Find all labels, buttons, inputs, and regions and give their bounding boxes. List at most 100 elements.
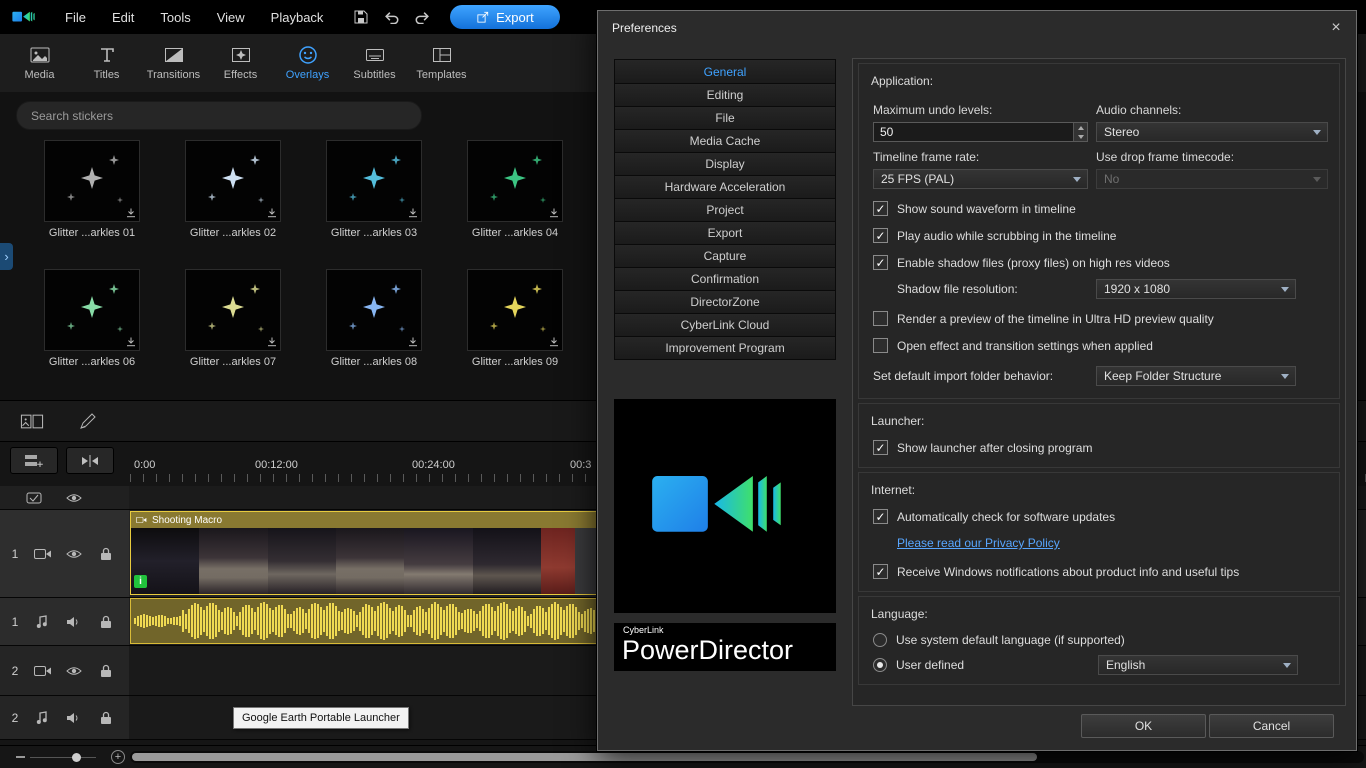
sticker-thumbnail[interactable]	[467, 140, 563, 222]
download-icon[interactable]	[267, 337, 277, 347]
sticker-item[interactable]: Glitter ...arkles 09	[467, 269, 563, 368]
download-icon[interactable]	[549, 337, 559, 347]
spinner-down-icon[interactable]	[1073, 132, 1087, 141]
nav-hardware-acceleration[interactable]: Hardware Acceleration	[614, 175, 836, 199]
sticker-thumbnail[interactable]	[185, 140, 281, 222]
sticker-thumbnail[interactable]	[326, 269, 422, 351]
nav-general[interactable]: General	[614, 59, 836, 84]
sticker-item[interactable]: Glitter ...arkles 08	[326, 269, 422, 368]
lock-icon[interactable]	[100, 664, 112, 678]
sticker-thumbnail[interactable]	[44, 269, 140, 351]
sticker-item[interactable]: Glitter ...arkles 04	[467, 140, 563, 239]
menu-tools[interactable]: Tools	[147, 0, 203, 34]
speaker-icon[interactable]	[66, 616, 80, 628]
speaker-icon[interactable]	[66, 712, 80, 724]
lock-icon[interactable]	[100, 615, 112, 629]
nav-directorzone[interactable]: DirectorZone	[614, 290, 836, 314]
eye-icon[interactable]	[66, 493, 82, 503]
track-header-audio-1: 1	[0, 598, 129, 646]
ok-button[interactable]: OK	[1081, 714, 1206, 738]
zoom-out-icon[interactable]	[16, 756, 25, 758]
cancel-button[interactable]: Cancel	[1209, 714, 1334, 738]
select-tracks-icon[interactable]	[26, 492, 42, 504]
download-icon[interactable]	[126, 337, 136, 347]
max-undo-input[interactable]	[873, 122, 1088, 142]
zoom-slider[interactable]	[30, 757, 96, 758]
save-icon[interactable]	[354, 10, 368, 24]
sticker-item[interactable]: Glitter ...arkles 01	[44, 140, 140, 239]
lock-icon[interactable]	[100, 711, 112, 725]
checkbox-uhd-preview[interactable]	[873, 311, 888, 326]
download-icon[interactable]	[408, 337, 418, 347]
close-icon[interactable]: ×	[1326, 18, 1346, 38]
search-input[interactable]	[16, 101, 422, 130]
undo-icon[interactable]	[384, 11, 399, 24]
menu-view[interactable]: View	[204, 0, 258, 34]
eye-icon[interactable]	[66, 549, 82, 559]
tab-subtitles[interactable]: Subtitles	[341, 45, 408, 81]
tab-effects[interactable]: Effects	[207, 45, 274, 81]
audio-clip[interactable]	[130, 598, 600, 644]
checkbox-scrub-audio[interactable]: ✓	[873, 228, 888, 243]
video-clip[interactable]: Shooting Macro i	[130, 511, 600, 595]
tab-media[interactable]: Media	[6, 45, 73, 81]
checkbox-windows-notifications[interactable]: ✓	[873, 564, 888, 579]
nav-editing[interactable]: Editing	[614, 83, 836, 107]
tab-overlays[interactable]: Overlays	[274, 45, 341, 81]
tab-transitions[interactable]: Transitions	[140, 45, 207, 81]
nav-export[interactable]: Export	[614, 221, 836, 245]
nav-file[interactable]: File	[614, 106, 836, 130]
pen-tool-icon[interactable]	[78, 411, 98, 431]
checkbox-shadow-files[interactable]: ✓	[873, 255, 888, 270]
sticker-thumbnail[interactable]	[185, 269, 281, 351]
export-button[interactable]: Export	[450, 5, 560, 29]
panel-expand-handle[interactable]: ›	[0, 243, 13, 270]
scrollbar-thumb[interactable]	[132, 753, 1037, 761]
nav-improvement-program[interactable]: Improvement Program	[614, 336, 836, 360]
tab-titles[interactable]: Titles	[73, 45, 140, 81]
checkbox-check-updates[interactable]: ✓	[873, 509, 888, 524]
download-icon[interactable]	[408, 208, 418, 218]
nav-confirmation[interactable]: Confirmation	[614, 267, 836, 291]
sticker-thumbnail[interactable]	[467, 269, 563, 351]
zoom-slider-knob[interactable]	[72, 753, 81, 762]
checkbox-open-effect-settings[interactable]	[873, 338, 888, 353]
nav-media-cache[interactable]: Media Cache	[614, 129, 836, 153]
import-folder-dropdown[interactable]: Keep Folder Structure	[1096, 366, 1296, 386]
nav-cyberlink-cloud[interactable]: CyberLink Cloud	[614, 313, 836, 337]
sticker-item[interactable]: Glitter ...arkles 02	[185, 140, 281, 239]
track-manager-button[interactable]	[10, 447, 58, 474]
sticker-thumbnail[interactable]	[326, 140, 422, 222]
sticker-item[interactable]: Glitter ...arkles 06	[44, 269, 140, 368]
checkbox-show-launcher[interactable]: ✓	[873, 440, 888, 455]
menu-edit[interactable]: Edit	[99, 0, 147, 34]
timeline-scrollbar[interactable]	[130, 751, 1364, 763]
sticker-thumbnail[interactable]	[44, 140, 140, 222]
radio-user-defined[interactable]	[873, 658, 887, 672]
radio-system-language[interactable]	[873, 633, 887, 647]
download-icon[interactable]	[126, 208, 136, 218]
menu-file[interactable]: File	[52, 0, 99, 34]
nav-capture[interactable]: Capture	[614, 244, 836, 268]
sticker-item[interactable]: Glitter ...arkles 03	[326, 140, 422, 239]
privacy-policy-link[interactable]: Please read our Privacy Policy	[897, 536, 1060, 550]
eye-icon[interactable]	[66, 666, 82, 676]
checkbox-waveform[interactable]: ✓	[873, 201, 888, 216]
framerate-dropdown[interactable]: 25 FPS (PAL)	[873, 169, 1088, 189]
nav-display[interactable]: Display	[614, 152, 836, 176]
storyboard-view-icon[interactable]	[20, 412, 44, 431]
sticker-item[interactable]: Glitter ...arkles 07	[185, 269, 281, 368]
download-icon[interactable]	[267, 208, 277, 218]
nav-project[interactable]: Project	[614, 198, 836, 222]
download-icon[interactable]	[549, 208, 559, 218]
audio-channels-dropdown[interactable]: Stereo	[1096, 122, 1328, 142]
menu-playback[interactable]: Playback	[258, 0, 337, 34]
split-clip-button[interactable]	[66, 447, 114, 474]
zoom-in-icon[interactable]: +	[111, 750, 125, 764]
tab-templates[interactable]: Templates	[408, 45, 475, 81]
redo-icon[interactable]	[415, 11, 430, 24]
spinner-up-icon[interactable]	[1073, 123, 1087, 132]
language-dropdown[interactable]: English	[1098, 655, 1298, 675]
lock-icon[interactable]	[100, 547, 112, 561]
shadow-resolution-dropdown[interactable]: 1920 x 1080	[1096, 279, 1296, 299]
